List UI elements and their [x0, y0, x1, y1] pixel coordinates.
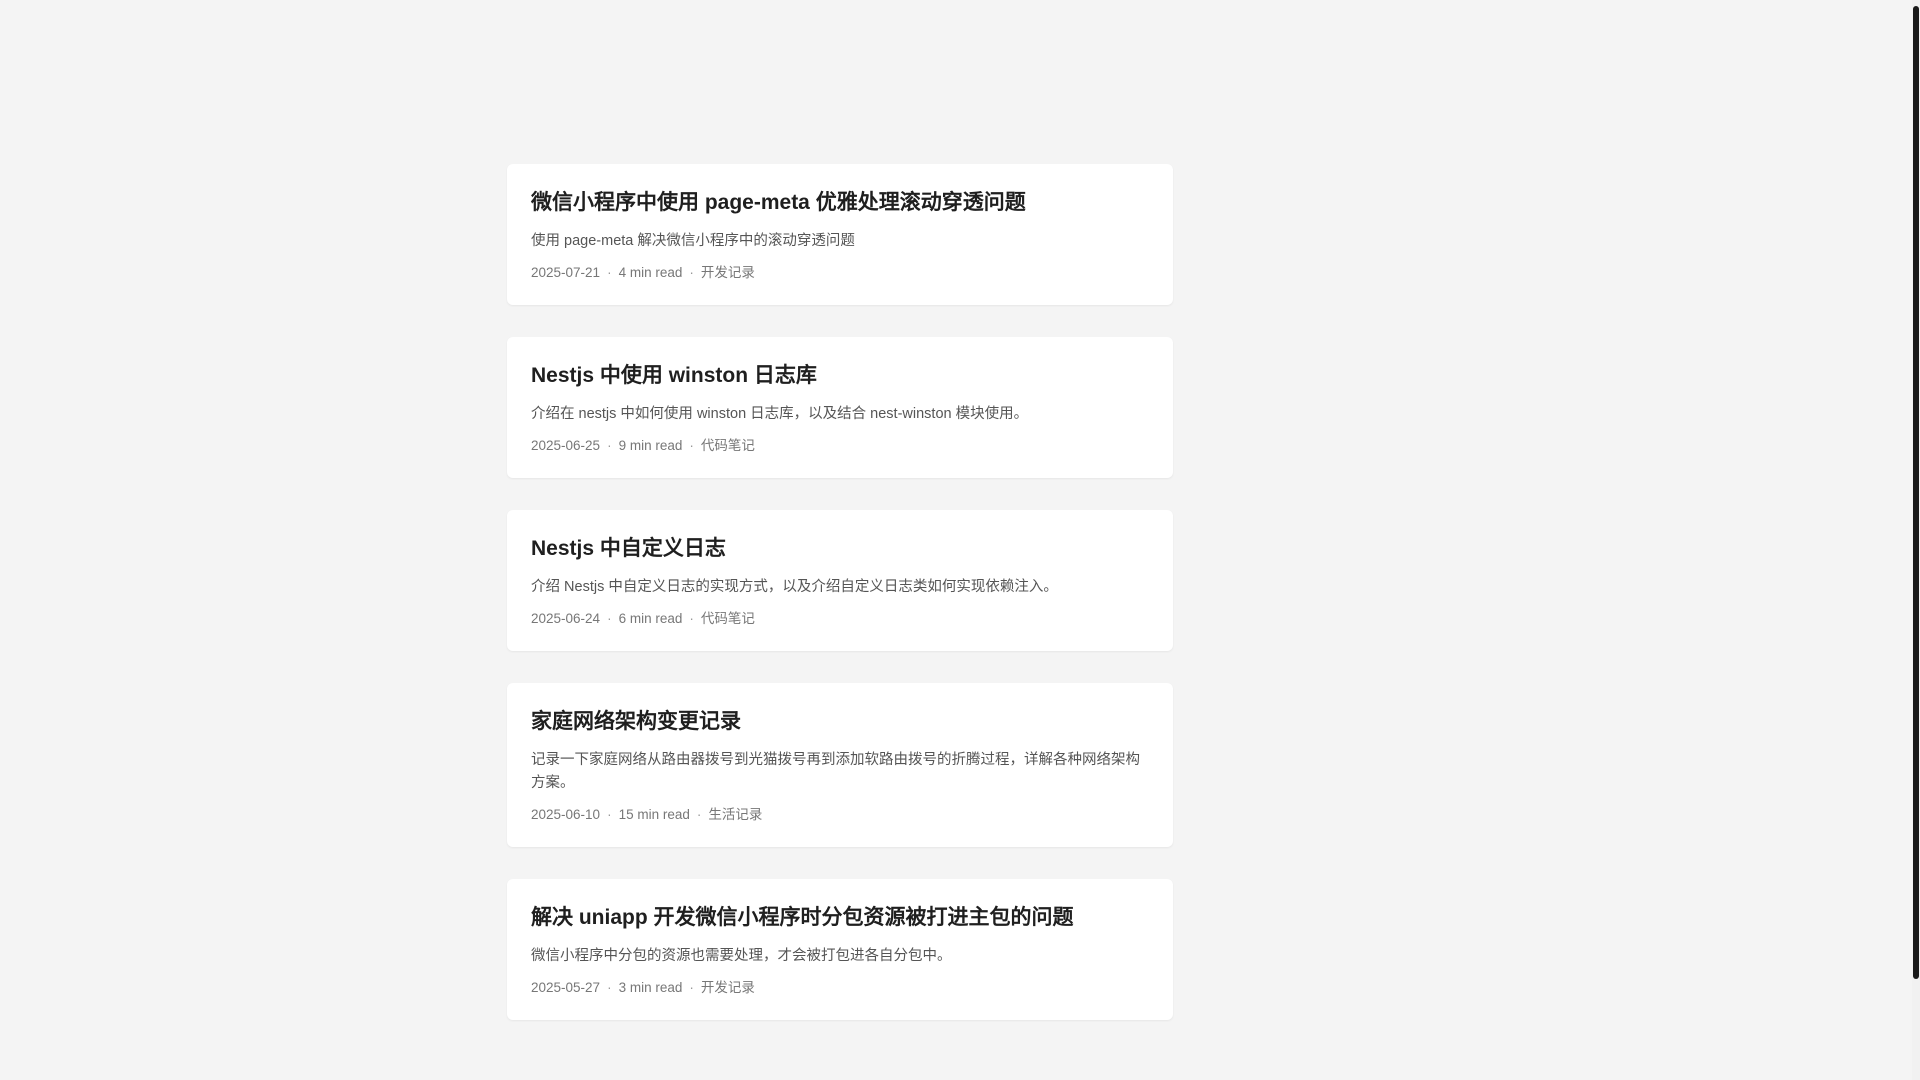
post-category[interactable]: 生活记录	[708, 807, 762, 822]
post-description: 使用 page-meta 解决微信小程序中的滚动穿透问题	[531, 233, 855, 249]
post-read-time: 9 min read	[618, 438, 683, 453]
post-list: 微信小程序中使用 page-meta 优雅处理滚动穿透问题 使用 page-me…	[507, 164, 1173, 1052]
post-category[interactable]: 开发记录	[701, 265, 755, 280]
post-card[interactable]: Nestjs 中自定义日志 介绍 Nestjs 中自定义日志的实现方式，以及介绍…	[507, 510, 1173, 651]
post-card[interactable]: 解决 uniapp 开发微信小程序时分包资源被打进主包的问题 微信小程序中分包的…	[507, 879, 1173, 1020]
post-title[interactable]: 微信小程序中使用 page-meta 优雅处理滚动穿透问题	[531, 188, 1149, 218]
post-meta: 2025-05-27 · 3 min read · 开发记录	[531, 978, 1149, 998]
post-date: 2025-06-10	[531, 807, 601, 822]
post-meta: 2025-07-21 · 4 min read · 开发记录	[531, 263, 1149, 283]
post-date: 2025-06-25	[531, 438, 601, 453]
page: 微信小程序中使用 page-meta 优雅处理滚动穿透问题 使用 page-me…	[0, 0, 1920, 1080]
meta-separator: ·	[689, 438, 694, 453]
meta-separator: ·	[607, 611, 612, 626]
post-read-time: 15 min read	[618, 807, 690, 822]
post-card[interactable]: 微信小程序中使用 page-meta 优雅处理滚动穿透问题 使用 page-me…	[507, 164, 1173, 305]
post-category[interactable]: 代码笔记	[701, 438, 755, 453]
post-date: 2025-07-21	[531, 265, 601, 280]
post-category[interactable]: 代码笔记	[701, 611, 755, 626]
scrollbar-thumb[interactable]	[1913, 6, 1919, 979]
meta-separator: ·	[689, 980, 694, 995]
post-meta: 2025-06-10 · 15 min read · 生活记录	[531, 805, 1149, 825]
meta-separator: ·	[689, 265, 694, 280]
vertical-scrollbar[interactable]	[1912, 0, 1920, 1080]
meta-separator: ·	[607, 265, 612, 280]
post-read-time: 4 min read	[618, 265, 683, 280]
post-title[interactable]: 家庭网络架构变更记录	[531, 707, 1149, 737]
post-category[interactable]: 开发记录	[701, 980, 755, 995]
meta-separator: ·	[607, 438, 612, 453]
meta-separator: ·	[696, 807, 702, 822]
post-description: 微信小程序中分包的资源也需要处理，才会被打包进各自分包中。	[531, 948, 952, 964]
post-date: 2025-06-24	[531, 611, 601, 626]
post-title[interactable]: Nestjs 中自定义日志	[531, 534, 1149, 564]
post-date: 2025-05-27	[531, 980, 601, 995]
post-read-time: 6 min read	[618, 611, 683, 626]
post-card[interactable]: Nestjs 中使用 winston 日志库 介绍在 nestjs 中如何使用 …	[507, 337, 1173, 478]
post-description: 介绍在 nestjs 中如何使用 winston 日志库，以及结合 nest-w…	[531, 406, 1029, 422]
post-title[interactable]: Nestjs 中使用 winston 日志库	[531, 361, 1149, 391]
meta-separator: ·	[689, 611, 694, 626]
post-card[interactable]: 家庭网络架构变更记录 记录一下家庭网络从路由器拨号到光猫拨号再到添加软路由拨号的…	[507, 683, 1173, 847]
post-meta: 2025-06-24 · 6 min read · 代码笔记	[531, 609, 1149, 629]
meta-separator: ·	[607, 807, 612, 822]
post-description: 记录一下家庭网络从路由器拨号到光猫拨号再到添加软路由拨号的折腾过程，详解各种网络…	[531, 752, 1140, 791]
post-read-time: 3 min read	[618, 980, 683, 995]
post-title[interactable]: 解决 uniapp 开发微信小程序时分包资源被打进主包的问题	[531, 903, 1149, 933]
post-description: 介绍 Nestjs 中自定义日志的实现方式，以及介绍自定义日志类如何实现依赖注入…	[531, 579, 1058, 595]
post-meta: 2025-06-25 · 9 min read · 代码笔记	[531, 436, 1149, 456]
meta-separator: ·	[607, 980, 612, 995]
